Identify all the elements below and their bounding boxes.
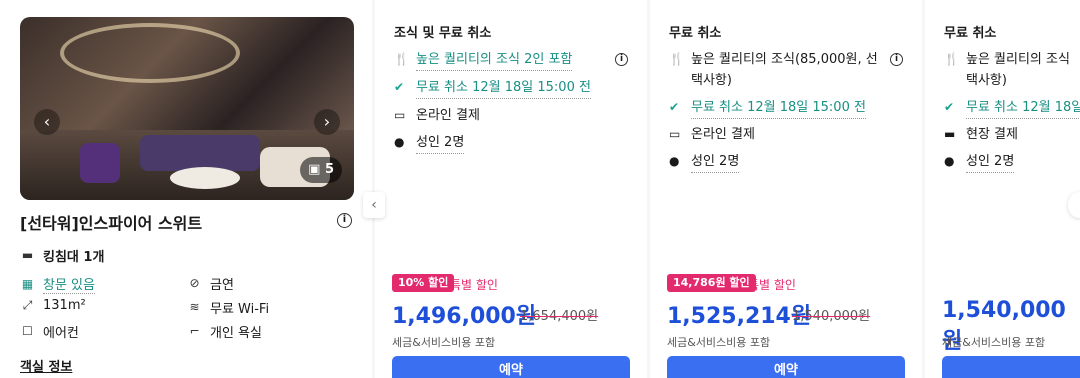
special-discount-label: 특별 할인 [748, 278, 796, 292]
room-rates-section: ‹ › ▣ 5 [선타워]인스파이어 스위트 i ▬ 킹침대 1개 ▦ 창문 있… [0, 0, 1080, 378]
book-button[interactable]: 예약 [392, 356, 630, 378]
rate-title: 조식 및 무료 취소 [394, 26, 492, 41]
person-icon: ● [669, 154, 680, 168]
ceiling-decor [60, 23, 240, 83]
aircon-label: 에어컨 [43, 326, 79, 341]
payment-label: 온라인 결제 [416, 108, 480, 123]
room-card: ‹ › ▣ 5 [선타워]인스파이어 스위트 i ▬ 킹침대 1개 ▦ 창문 있… [0, 0, 372, 378]
breakfast-row: 🍴 높은 퀄리티의 조식(85,000원, 선택사항) [669, 49, 878, 91]
smoking-row: ⊘ 금연 [187, 274, 234, 294]
check-circle-icon: ✔ [394, 80, 405, 94]
window-row: ▦ 창문 있음 [20, 274, 95, 294]
guests-row: ● 성인 2명 [669, 151, 740, 173]
check-circle-icon: ✔ [944, 100, 955, 114]
room-info-link[interactable]: 객실 정보 [20, 356, 72, 375]
payment-row: ▬ 현장 결제 [944, 124, 1018, 145]
info-icon[interactable]: i [615, 53, 628, 66]
book-button[interactable] [942, 356, 1080, 378]
guests-label: 성인 2명 [416, 132, 465, 154]
rate-title: 무료 취소 [944, 26, 997, 41]
cancel-label: 무료 취소 12월 18일 [966, 97, 1080, 119]
info-icon[interactable]: i [890, 53, 903, 66]
scroll-left-button[interactable]: ‹ [363, 192, 385, 218]
photo-next-button[interactable]: › [314, 109, 340, 135]
utensils-icon: 🍴 [944, 52, 959, 66]
discount-badge: 14,786원 할인 [667, 274, 756, 292]
payment-row: ▭ 온라인 결제 [394, 105, 480, 126]
payment-label: 온라인 결제 [691, 127, 755, 142]
rate-card: 무료 취소 🍴 높은 퀄리티의 조식택사항) ✔ 무료 취소 12월 18일 ▬… [925, 0, 1080, 378]
bed-label: 킹침대 1개 [43, 250, 105, 265]
coffee-table [170, 167, 240, 189]
breakfast-label: 높은 퀄리티의 조식 2인 포함 [416, 49, 573, 71]
payment-row: ▭ 온라인 결제 [669, 124, 755, 145]
bath-label: 개인 욕실 [210, 326, 262, 341]
bed-row: ▬ 킹침대 1개 [20, 246, 105, 266]
cancel-row: ✔ 무료 취소 12월 18일 15:00 전 [394, 77, 591, 99]
window-icon: ▦ [21, 276, 34, 291]
rate-card: 무료 취소 🍴 높은 퀄리티의 조식(85,000원, 선택사항) i ✔ 무료… [650, 0, 922, 378]
discount-badge: 10% 할인 [392, 274, 455, 292]
aircon-row: ☐ 에어컨 [20, 322, 79, 342]
book-button[interactable]: 예약 [667, 356, 905, 378]
breakfast-line: 높은 퀄리티의 조식 [966, 52, 1070, 67]
wallet-icon: ▬ [944, 127, 956, 141]
window-label: 창문 있음 [43, 274, 95, 294]
guests-label: 성인 2명 [966, 151, 1015, 173]
info-icon[interactable]: i [337, 213, 352, 228]
cancel-row: ✔ 무료 취소 12월 18일 15:00 전 [669, 97, 866, 119]
person-icon: ● [394, 135, 405, 149]
special-discount-label: 특별 할인 [450, 278, 498, 292]
size-row: ⤢ 131m² [20, 298, 86, 313]
aircon-icon: ☐ [22, 324, 33, 338]
sofa [140, 135, 260, 171]
rate-title: 무료 취소 [669, 26, 722, 41]
gallery-icon: ▣ [308, 162, 321, 177]
bed-icon: ▬ [21, 248, 34, 262]
photo-count-badge[interactable]: ▣ 5 [300, 157, 342, 183]
check-circle-icon: ✔ [669, 100, 680, 114]
tax-note: 세금&서비스비용 포함 [392, 336, 496, 349]
breakfast-line: 높은 퀄리티의 조식(85,000원, 선 [691, 52, 878, 67]
payment-label: 현장 결제 [966, 127, 1018, 142]
cancel-label: 무료 취소 12월 18일 15:00 전 [416, 77, 591, 99]
guests-label: 성인 2명 [691, 151, 740, 173]
original-price: 1,654,400원 [520, 309, 599, 324]
price: 1,496,000원 [392, 304, 537, 329]
utensils-icon: 🍴 [394, 52, 409, 66]
rate-card: 조식 및 무료 취소 🍴 높은 퀄리티의 조식 2인 포함 i ✔ 무료 취소 … [375, 0, 647, 378]
chair [80, 143, 120, 183]
wifi-row: ≋ 무료 Wi-Fi [187, 298, 270, 318]
tax-note: 세금&서비스비용 포함 [942, 336, 1046, 349]
breakfast-line: 택사항) [691, 73, 732, 88]
size-label: 131m² [43, 298, 86, 313]
wifi-icon: ≋ [189, 300, 200, 314]
card-icon: ▭ [394, 108, 406, 122]
breakfast-label: 높은 퀄리티의 조식택사항) [966, 49, 1070, 91]
room-title: [선타워]인스파이어 스위트 [20, 214, 203, 233]
room-photo[interactable]: ‹ › ▣ 5 [20, 17, 354, 200]
photo-count: 5 [324, 162, 334, 177]
wifi-label: 무료 Wi-Fi [210, 302, 270, 317]
guests-row: ● 성인 2명 [394, 132, 465, 154]
breakfast-row: 🍴 높은 퀄리티의 조식 2인 포함 [394, 49, 573, 71]
price: 1,525,214원 [667, 304, 812, 329]
shower-icon: ⌐ [189, 324, 200, 338]
tax-note: 세금&서비스비용 포함 [667, 336, 771, 349]
no-smoking-icon: ⊘ [189, 276, 200, 290]
cancel-row: ✔ 무료 취소 12월 18일 [944, 97, 1080, 119]
photo-prev-button[interactable]: ‹ [34, 109, 60, 135]
breakfast-line: 택사항) [966, 73, 1007, 88]
cancel-label: 무료 취소 12월 18일 15:00 전 [691, 97, 866, 119]
breakfast-row: 🍴 높은 퀄리티의 조식택사항) [944, 49, 1080, 91]
bath-row: ⌐ 개인 욕실 [187, 322, 262, 342]
breakfast-label: 높은 퀄리티의 조식(85,000원, 선택사항) [691, 49, 878, 91]
size-icon: ⤢ [22, 298, 33, 312]
utensils-icon: 🍴 [669, 52, 684, 66]
smoking-label: 금연 [210, 278, 234, 293]
original-price: 1,540,000원 [792, 309, 871, 324]
guests-row: ● 성인 2명 [944, 151, 1015, 173]
card-icon: ▭ [669, 127, 681, 141]
person-icon: ● [944, 154, 955, 168]
